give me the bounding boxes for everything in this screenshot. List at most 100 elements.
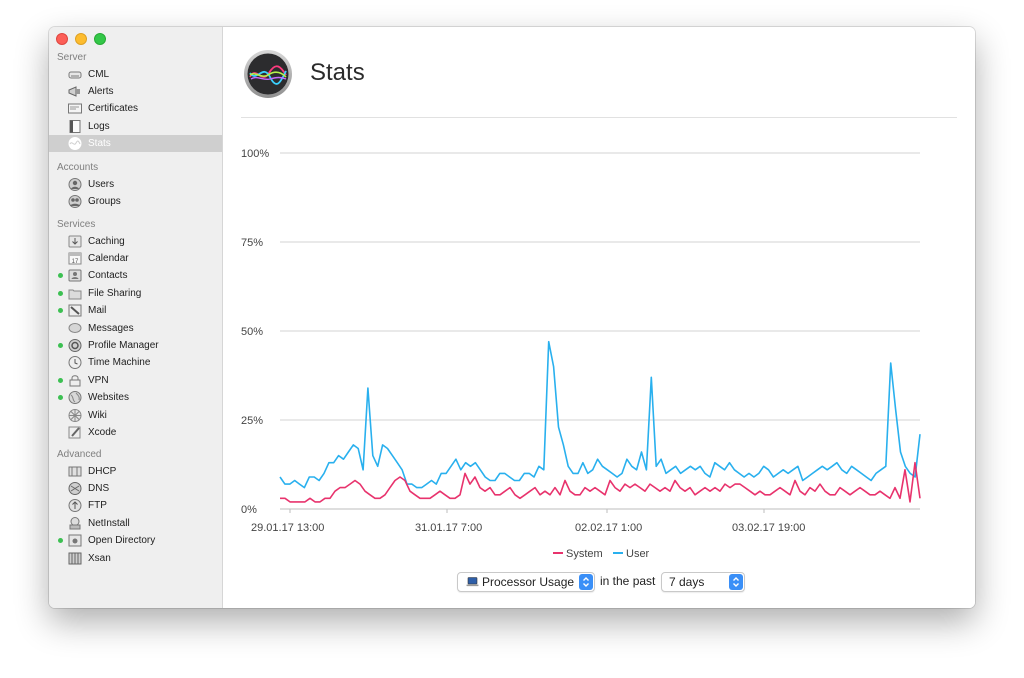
y-tick-label: 50%: [241, 326, 263, 338]
sidebar-item-cml[interactable]: CML: [49, 66, 222, 83]
metric-popup[interactable]: Processor Usage: [457, 572, 595, 592]
sidebar-item-dns[interactable]: DNS: [49, 480, 222, 497]
sidebar-item-messages[interactable]: Messages: [49, 320, 222, 337]
zoom-window-button[interactable]: [94, 33, 106, 45]
sidebar-item-label: DNS: [88, 482, 110, 494]
x-tick-label: 02.02.17 1:00: [575, 522, 642, 534]
laptop-icon: [466, 576, 479, 587]
vpn-icon: [68, 374, 82, 387]
calendar-icon: 17: [68, 252, 82, 265]
sidebar: Server CML Alerts Certificates Logs Stats Acco…: [49, 27, 223, 608]
service-running-indicator: [58, 308, 63, 314]
sidebar-item-label: Logs: [88, 120, 110, 132]
sidebar-item-users[interactable]: Users: [49, 176, 222, 193]
xcode-icon: [68, 426, 82, 439]
sidebar-item-label: CML: [88, 68, 110, 80]
sidebar-item-label: Messages: [88, 322, 134, 334]
service-running-indicator: [58, 273, 63, 279]
sidebar-item-label: File Sharing: [88, 287, 142, 299]
sidebar-item-logs[interactable]: Logs: [49, 118, 222, 135]
close-window-button[interactable]: [56, 33, 68, 45]
drive-icon: [68, 68, 82, 81]
period-popup[interactable]: 7 days: [661, 572, 745, 592]
sidebar-item-mail[interactable]: Mail: [49, 302, 222, 319]
contacts-icon: [68, 269, 82, 282]
sidebar-item-xcode[interactable]: Xcode: [49, 424, 222, 441]
mail-icon: [68, 304, 82, 317]
sidebar-item-label: Certificates: [88, 103, 139, 115]
period-popup-label: 7 days: [669, 575, 705, 589]
x-tick-label: 29.01.17 13:00: [251, 522, 324, 534]
netinstall-icon: [68, 516, 82, 530]
caching-icon: [68, 235, 82, 248]
sidebar-item-profile-manager[interactable]: Profile Manager: [49, 337, 222, 354]
svg-text:17: 17: [72, 259, 79, 265]
y-tick-label: 25%: [241, 415, 263, 427]
sidebar-item-label: Mail: [88, 305, 107, 317]
series-line-user: [279, 340, 921, 489]
y-tick-label: 0%: [241, 504, 257, 516]
sidebar-section-accounts: Accounts: [57, 162, 99, 173]
sidebar-item-vpn[interactable]: VPN: [49, 372, 222, 389]
sidebar-item-ftp[interactable]: FTP: [49, 497, 222, 514]
sidebar-item-calendar[interactable]: 17 Calendar: [49, 250, 222, 267]
sidebar-item-contacts[interactable]: Contacts: [49, 267, 222, 284]
group-icon: [68, 194, 82, 208]
folder-icon: [68, 287, 82, 300]
window-controls: [56, 33, 106, 45]
sidebar-item-label: FTP: [88, 500, 107, 512]
sidebar-item-wiki[interactable]: Wiki: [49, 407, 222, 424]
sidebar-item-label: Open Directory: [88, 535, 156, 547]
dhcp-icon: [68, 465, 82, 478]
sidebar-item-file-sharing[interactable]: File Sharing: [49, 285, 222, 302]
period-connector-label: in the past: [600, 574, 656, 588]
service-running-indicator: [58, 342, 63, 348]
y-tick-label: 100%: [241, 148, 269, 160]
profile-manager-icon: [68, 338, 82, 352]
main-content: Stats 0% 25% 50% 75% 100% 29.01.17 13:00 31.01…: [223, 27, 975, 608]
metric-popup-label: Processor Usage: [482, 575, 575, 589]
sidebar-item-groups[interactable]: Groups: [49, 193, 222, 210]
x-tick-label: 31.01.17 7:00: [415, 522, 482, 534]
sidebar-item-caching[interactable]: Caching: [49, 233, 222, 250]
sidebar-item-label: Alerts: [88, 85, 114, 97]
service-running-indicator: [58, 290, 63, 296]
legend-label: System: [566, 548, 603, 560]
sidebar-item-websites[interactable]: Websites: [49, 389, 222, 406]
sidebar-item-xsan[interactable]: Xsan: [49, 550, 222, 567]
series-line-system: [280, 461, 921, 503]
sidebar-item-label: NetInstall: [88, 517, 130, 529]
minimize-window-button[interactable]: [75, 33, 87, 45]
sidebar-item-open-directory[interactable]: Open Directory: [49, 532, 222, 549]
megaphone-icon: [68, 85, 82, 98]
sidebar-item-label: Users: [88, 178, 115, 190]
sidebar-item-label: Stats: [88, 138, 111, 150]
x-tick-label: 03.02.17 19:00: [732, 522, 805, 534]
legend-label: User: [626, 548, 650, 560]
stats-icon: [68, 137, 82, 151]
chevron-updown-icon: [579, 574, 593, 590]
sidebar-item-netinstall[interactable]: NetInstall: [49, 515, 222, 532]
service-running-indicator: [58, 395, 63, 401]
sidebar-item-label: Xcode: [88, 426, 117, 438]
sidebar-item-label: VPN: [88, 374, 109, 386]
log-icon: [68, 119, 82, 133]
certificate-icon: [68, 102, 82, 115]
sidebar-item-label: Wiki: [88, 409, 107, 421]
sidebar-item-time-machine[interactable]: Time Machine: [49, 354, 222, 371]
sidebar-item-stats[interactable]: Stats: [49, 135, 222, 153]
wiki-icon: [68, 408, 82, 422]
sidebar-item-label: Groups: [88, 195, 121, 207]
messages-icon: [68, 322, 82, 335]
time-machine-icon: [68, 356, 82, 370]
sidebar-section-advanced: Advanced: [57, 449, 102, 460]
server-app-window: Server CML Alerts Certificates Logs Stats Acco…: [49, 27, 975, 608]
sidebar-item-label: Time Machine: [88, 357, 151, 369]
sidebar-item-label: Profile Manager: [88, 339, 159, 351]
sidebar-item-alerts[interactable]: Alerts: [49, 83, 222, 100]
ftp-icon: [68, 499, 82, 513]
globe-icon: [68, 391, 82, 405]
sidebar-item-label: Calendar: [88, 252, 129, 264]
sidebar-item-dhcp[interactable]: DHCP: [49, 463, 222, 480]
sidebar-item-certificates[interactable]: Certificates: [49, 100, 222, 117]
